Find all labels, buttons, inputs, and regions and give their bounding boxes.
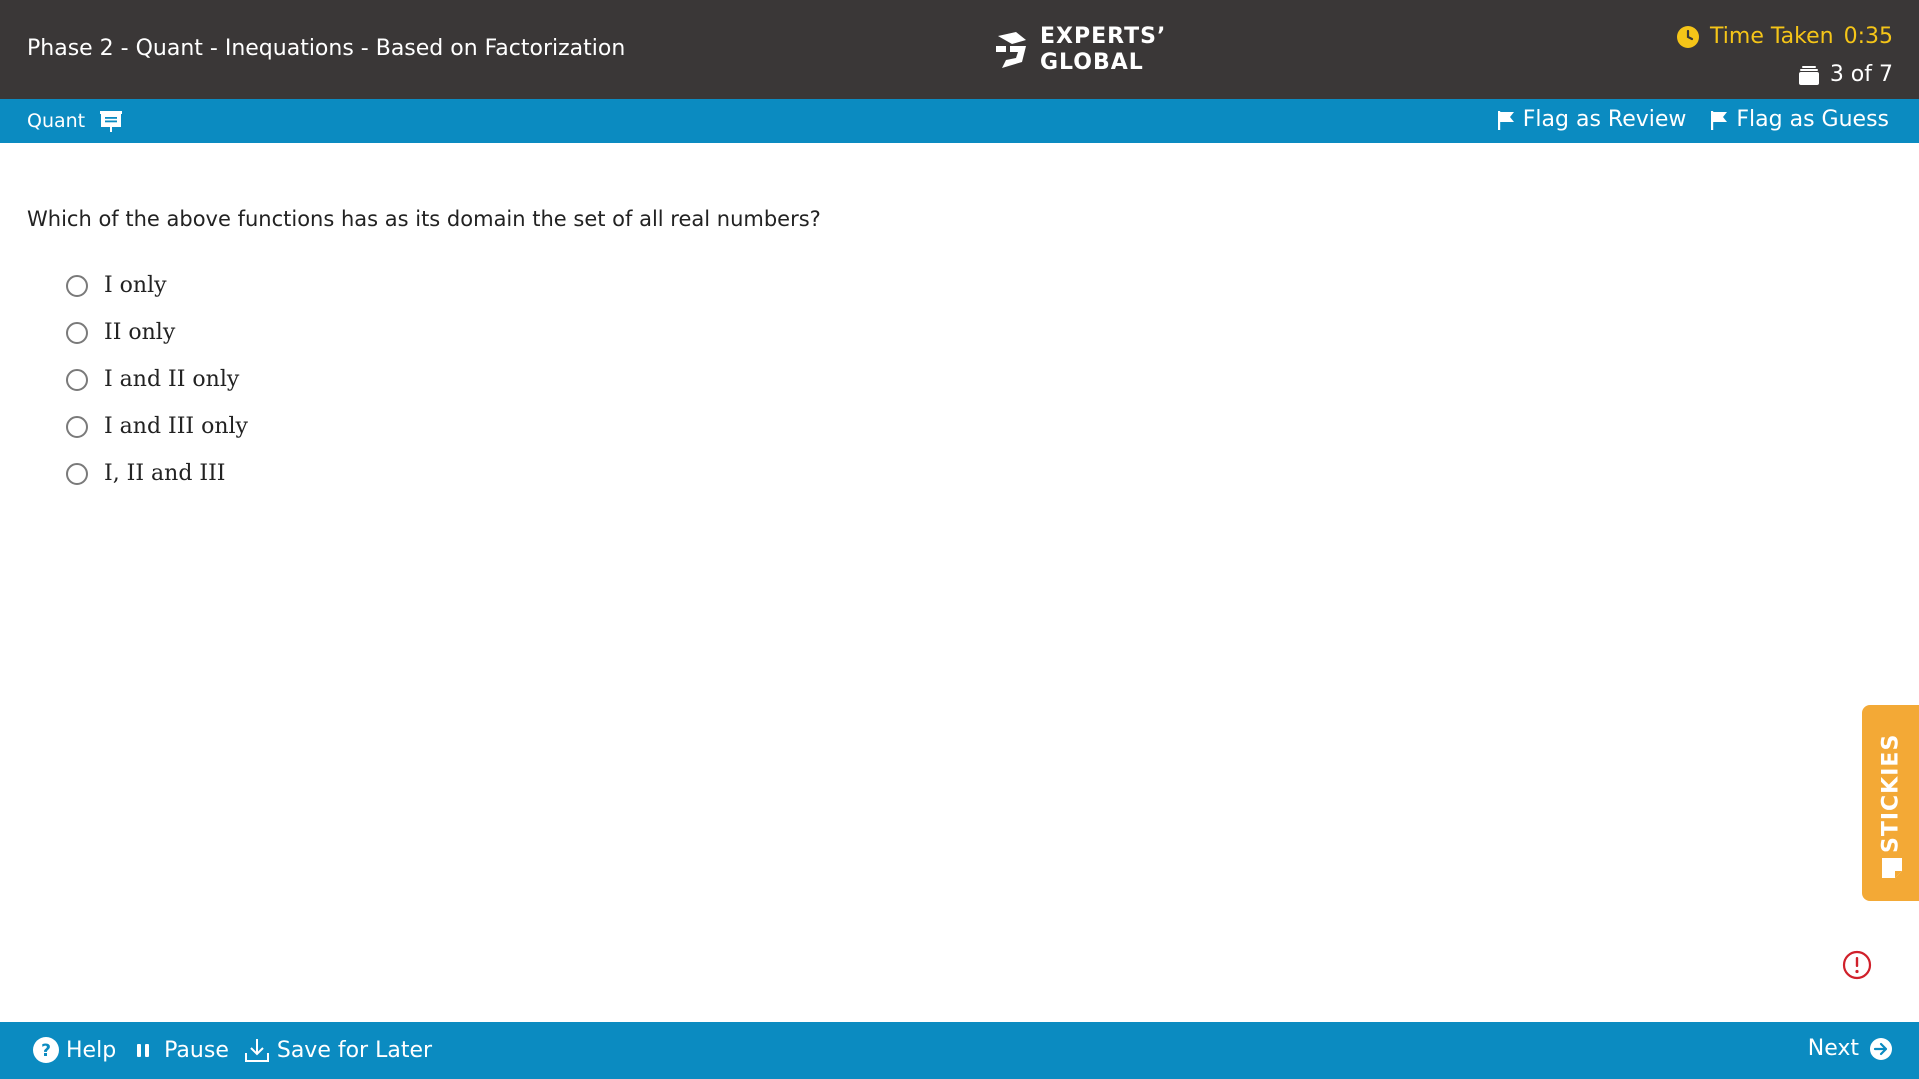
radio-button[interactable] (66, 368, 88, 391)
timer: Time Taken 0:35 (1676, 24, 1893, 49)
help-label: Help (66, 1037, 117, 1063)
answer-option-label: I and II only (104, 367, 240, 392)
save-for-later-button[interactable]: Save for Later (243, 1036, 432, 1064)
flag-as-guess-label: Flag as Guess (1736, 107, 1889, 132)
question-stack-icon (1798, 65, 1819, 85)
answer-option-label: I and III only (104, 414, 248, 439)
next-label: Next (1807, 1036, 1859, 1061)
stickies-tab[interactable]: STICKIES (1862, 705, 1919, 901)
radio-button[interactable] (66, 415, 88, 438)
question-count-text: 3 of 7 (1829, 62, 1893, 87)
logo-line-1: EXPERTS’ (1040, 24, 1167, 49)
timer-label: Time Taken (1710, 24, 1834, 49)
next-button[interactable]: Next (1808, 1036, 1893, 1061)
answer-option[interactable]: I and III only (66, 403, 248, 450)
answer-option[interactable]: I, II and III (66, 450, 248, 497)
report-error-icon[interactable] (1842, 950, 1872, 980)
arrow-right-circle-icon (1870, 1037, 1892, 1060)
question-counter: 3 of 7 (1798, 62, 1893, 87)
answer-options: I only II only I and II only I and III o… (66, 262, 248, 497)
clock-icon (1677, 25, 1700, 48)
bottom-left-actions: ? Help Pause Save for Later (32, 1036, 432, 1064)
radio-button[interactable] (66, 462, 88, 485)
download-icon (244, 1039, 269, 1062)
pause-button[interactable]: Pause (130, 1036, 229, 1064)
answer-option-label: I only (104, 273, 167, 298)
answer-option[interactable]: I only (66, 262, 248, 309)
timer-value: 0:35 (1843, 24, 1893, 49)
section-indicator: Quant (27, 109, 123, 133)
question-text: Which of the above functions has as its … (27, 207, 821, 231)
help-icon: ? (33, 1037, 59, 1063)
flag-actions: Flag as Review Flag as Guess (1497, 107, 1889, 132)
answer-option[interactable]: I and II only (66, 356, 248, 403)
section-label: Quant (27, 110, 86, 132)
logo-line-2: GLOBAL (1040, 50, 1144, 75)
flag-as-guess-button[interactable]: Flag as Guess (1710, 107, 1889, 132)
experts-global-logo: EXPERTS’ GLOBAL (992, 24, 1166, 76)
flag-as-review-label: Flag as Review (1522, 107, 1687, 132)
svg-text:?: ? (41, 1041, 51, 1061)
section-navbar: Quant Flag as Review Flag as Guess (0, 99, 1919, 143)
help-button[interactable]: ? Help (32, 1036, 116, 1064)
answer-option-label: I, II and III (104, 461, 226, 486)
pause-icon (137, 1044, 150, 1057)
radio-button[interactable] (66, 274, 88, 297)
answer-option-label: II only (104, 320, 176, 345)
bottom-toolbar: ? Help Pause Save for Later Next (0, 1022, 1919, 1079)
flag-icon (1711, 110, 1728, 130)
flag-as-review-button[interactable]: Flag as Review (1497, 107, 1687, 132)
top-header: Phase 2 - Quant - Inequations - Based on… (0, 0, 1919, 99)
sticky-note-icon (1882, 858, 1902, 878)
flag-icon (1497, 110, 1514, 130)
stickies-label: STICKIES (1878, 733, 1904, 853)
presentation-board-icon[interactable] (99, 109, 123, 133)
radio-button[interactable] (66, 321, 88, 344)
logo-mark-icon (996, 32, 1026, 68)
page-title: Phase 2 - Quant - Inequations - Based on… (27, 36, 626, 61)
save-for-later-label: Save for Later (276, 1037, 433, 1063)
pause-label: Pause (164, 1037, 229, 1063)
answer-option[interactable]: II only (66, 309, 248, 356)
